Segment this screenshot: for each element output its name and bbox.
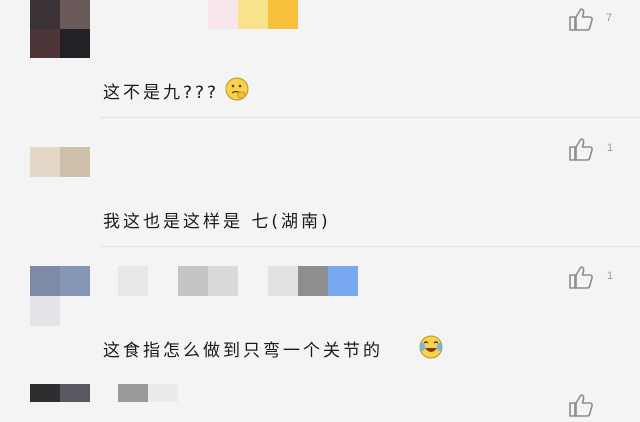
comment-text: 我这也是这样是 七(湖南) bbox=[103, 212, 331, 232]
thumbs-up-icon bbox=[569, 138, 593, 161]
comment-text: 这食指怎么做到只弯一个关节的 bbox=[103, 341, 383, 361]
thumbs-up-icon bbox=[569, 8, 593, 31]
thumbs-up-icon bbox=[569, 394, 593, 417]
like-count: 1 bbox=[607, 142, 614, 154]
avatar[interactable] bbox=[30, 0, 90, 58]
divider bbox=[100, 246, 640, 247]
username-blur bbox=[118, 384, 178, 402]
like-count: 7 bbox=[606, 12, 613, 24]
laughing-crying-emoji bbox=[418, 334, 444, 364]
avatar[interactable] bbox=[30, 147, 90, 177]
comment-text: 这不是九??? bbox=[103, 83, 220, 103]
username-blur bbox=[208, 0, 298, 29]
like-button[interactable] bbox=[568, 136, 594, 162]
thinking-face-emoji bbox=[224, 76, 250, 106]
avatar[interactable] bbox=[30, 266, 90, 326]
avatar[interactable] bbox=[30, 384, 90, 402]
divider bbox=[100, 117, 640, 118]
like-count: 1 bbox=[607, 270, 614, 282]
like-button[interactable] bbox=[568, 264, 594, 290]
like-button[interactable] bbox=[568, 392, 594, 418]
like-button[interactable] bbox=[568, 6, 594, 32]
thumbs-up-icon bbox=[569, 266, 593, 289]
username-blur bbox=[118, 266, 358, 296]
